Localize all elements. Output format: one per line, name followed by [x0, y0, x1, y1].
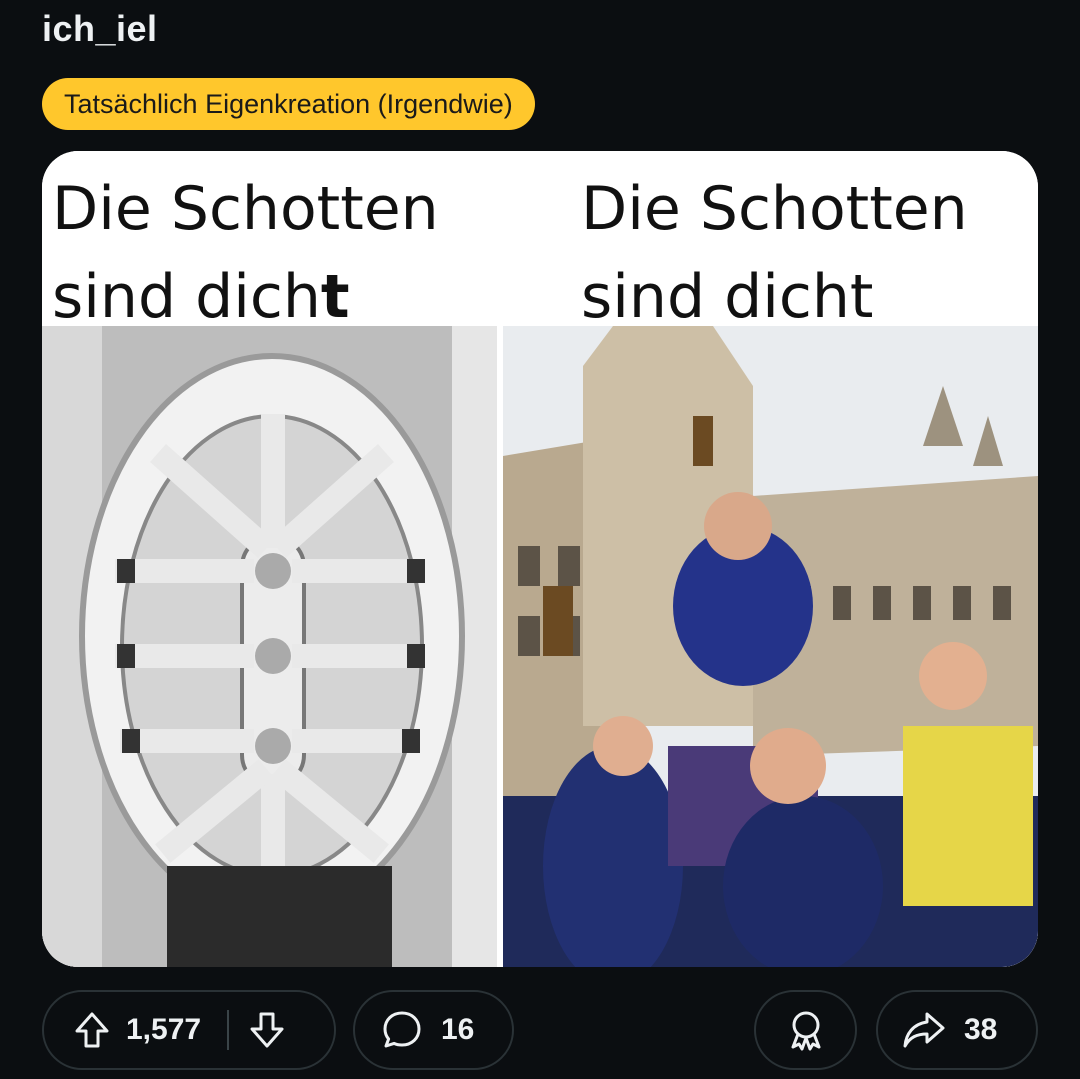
- downvote-arrow-icon[interactable]: [247, 1010, 287, 1050]
- post-image[interactable]: Die Schotten sind dicht Die Schotten sin…: [42, 151, 1038, 967]
- right-caption-line1: Die Schotten: [581, 174, 968, 244]
- meme-panel-left: Die Schotten sind dicht: [42, 151, 497, 967]
- share-arrow-icon: [902, 1010, 946, 1050]
- left-caption-line1: Die Schotten: [52, 174, 439, 244]
- share-count: 38: [964, 1013, 998, 1046]
- upvote-count: 1,577: [126, 1013, 202, 1046]
- award-ribbon-icon: [784, 1008, 828, 1052]
- vote-pill: 1,577: [42, 990, 336, 1070]
- subreddit-name[interactable]: ich_iel: [42, 8, 158, 50]
- meme-panel-right: Die Schotten sind dicht: [503, 151, 1038, 967]
- upvote-arrow-icon[interactable]: [72, 1010, 112, 1050]
- left-caption: Die Schotten sind dicht: [52, 165, 439, 341]
- award-button[interactable]: [754, 990, 857, 1070]
- post-flair[interactable]: Tatsächlich Eigenkreation (Irgendwie): [42, 78, 535, 130]
- hatch-door-photo: [42, 326, 497, 967]
- comment-bubble-icon: [381, 1009, 423, 1051]
- comments-button[interactable]: 16: [353, 990, 514, 1070]
- left-caption-line2-prefix: sind dich: [52, 262, 321, 332]
- share-button[interactable]: 38: [876, 990, 1038, 1070]
- vote-separator: [227, 1010, 230, 1050]
- comment-count: 16: [441, 1013, 475, 1046]
- right-caption: Die Schotten sind dicht: [581, 165, 968, 341]
- left-caption-bold-letter: t: [320, 262, 350, 332]
- scotland-fans-photo: [503, 326, 1038, 967]
